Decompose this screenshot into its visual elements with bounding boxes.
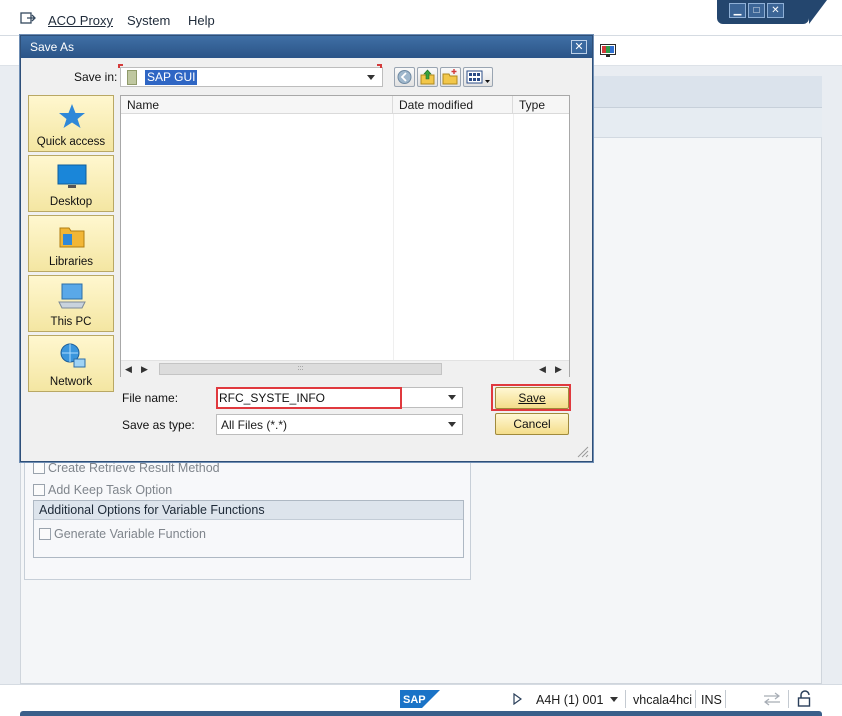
resize-grip-icon[interactable]	[575, 444, 589, 458]
back-button[interactable]	[394, 67, 415, 87]
sap-logo-icon: SAP	[400, 690, 440, 708]
place-desktop[interactable]: Desktop	[28, 155, 114, 212]
up-folder-icon	[420, 69, 435, 85]
menu-aco-proxy[interactable]: ACO Proxy	[48, 13, 113, 28]
scroll-thumb[interactable]: :::	[159, 363, 442, 375]
system-info: A4H (1) 001	[536, 693, 604, 707]
place-libraries[interactable]: Libraries	[28, 215, 114, 272]
window-controls: ▁ □ ✕	[717, 0, 827, 24]
server-name: vhcala4hci	[633, 693, 693, 707]
scroll-right-icon[interactable]: ▶	[141, 364, 148, 375]
checkbox[interactable]	[33, 462, 45, 474]
option-generate-variable-function[interactable]: Generate Variable Function	[39, 527, 206, 541]
save-in-dropdown[interactable]: SAP GUI	[120, 67, 383, 87]
transfer-icon[interactable]	[763, 692, 781, 706]
menu-bar: ACO Proxy System Help	[0, 0, 842, 36]
minimize-icon[interactable]: ▁	[729, 3, 746, 18]
highlight-box	[491, 384, 571, 411]
chevron-down-icon[interactable]	[448, 422, 456, 427]
bottom-edge	[20, 711, 822, 716]
view-menu-button[interactable]	[463, 67, 493, 87]
new-folder-icon	[442, 69, 458, 85]
layout-monitor-icon[interactable]	[600, 44, 616, 58]
option-add-keep-task[interactable]: Add Keep Task Option	[33, 483, 172, 497]
place-quick-access[interactable]: Quick access	[28, 95, 114, 152]
chevron-down-icon[interactable]	[610, 697, 618, 702]
cancel-button[interactable]: Cancel	[495, 413, 569, 435]
save-as-dialog: Save As ✕ Save in: SAP GUI Quick access …	[20, 35, 593, 462]
chevron-down-icon[interactable]	[448, 395, 456, 400]
file-list[interactable]: Name Date modified Type ◀ ▶ ::: ◀ ▶	[120, 95, 570, 377]
star-icon	[59, 104, 85, 128]
maximize-icon[interactable]: □	[748, 3, 765, 18]
save-as-type-dropdown[interactable]: All Files (*.*)	[216, 414, 463, 435]
places-bar: Quick access Desktop Libraries This PC N…	[28, 95, 114, 395]
view-grid-icon	[466, 70, 490, 84]
lock-icon[interactable]	[797, 690, 813, 708]
close-icon[interactable]: ✕	[767, 3, 784, 18]
desktop-icon	[57, 164, 87, 188]
insert-mode: INS	[701, 693, 722, 707]
file-name-label: File name:	[122, 391, 179, 405]
menu-exit-icon[interactable]	[20, 11, 36, 25]
place-network[interactable]: Network	[28, 335, 114, 392]
horizontal-scrollbar[interactable]: ◀ ▶ ::: ◀ ▶	[121, 360, 569, 377]
up-folder-button[interactable]	[417, 67, 438, 87]
dialog-close-icon[interactable]: ✕	[571, 40, 587, 54]
column-name[interactable]: Name	[121, 96, 393, 114]
new-folder-button[interactable]	[440, 67, 461, 87]
scroll-left-icon[interactable]: ◀	[125, 364, 132, 375]
network-icon	[60, 343, 86, 368]
save-as-type-label: Save as type:	[122, 418, 195, 432]
menu-help[interactable]: Help	[188, 13, 215, 28]
dialog-title: Save As	[21, 36, 592, 58]
group-title: Additional Options for Variable Function…	[34, 501, 463, 520]
menu-system[interactable]: System	[127, 13, 170, 28]
scroll-right-icon[interactable]: ▶	[555, 364, 562, 375]
column-date-modified[interactable]: Date modified	[393, 96, 513, 114]
save-in-label: Save in:	[74, 70, 118, 84]
back-arrow-icon	[397, 70, 412, 84]
chevron-down-icon[interactable]	[367, 75, 375, 80]
highlight-box	[216, 387, 402, 409]
computer-icon	[58, 283, 86, 309]
play-icon[interactable]	[513, 693, 522, 705]
folder-icon	[127, 70, 137, 85]
save-in-value: SAP GUI	[145, 70, 198, 85]
checkbox[interactable]	[33, 484, 45, 496]
svg-text:SAP: SAP	[403, 694, 426, 706]
scroll-left-icon[interactable]: ◀	[539, 364, 546, 375]
place-this-pc[interactable]: This PC	[28, 275, 114, 332]
column-type[interactable]: Type	[513, 96, 569, 114]
libraries-icon	[59, 227, 85, 248]
option-create-retrieve-result[interactable]: Create Retrieve Result Method	[33, 461, 220, 475]
checkbox[interactable]	[39, 528, 51, 540]
